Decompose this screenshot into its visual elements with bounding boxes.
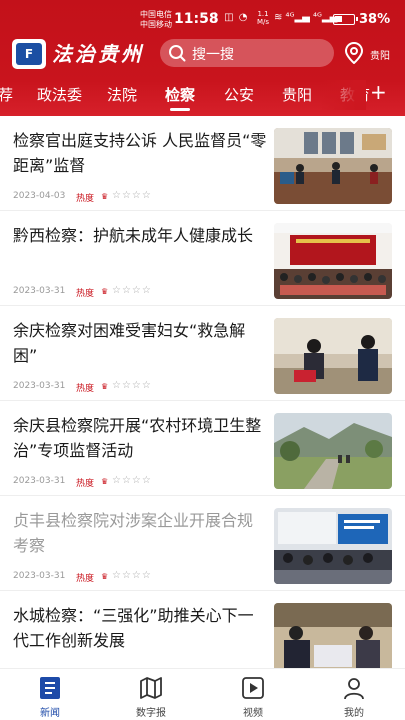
- crown-icon: ♛: [101, 382, 109, 391]
- news-item[interactable]: 余庆县检察院开展“农村环境卫生整治”专项监督活动 2023-03-31 热度 ♛…: [0, 401, 405, 496]
- tab-politics-law[interactable]: 政法委: [37, 84, 82, 105]
- tab-recommend[interactable]: 荐: [0, 84, 13, 105]
- nav-label: 数字报: [136, 708, 166, 719]
- news-meta: 2023-03-31 热度 ♛ ☆☆☆☆: [13, 285, 151, 299]
- news-thumbnail: [274, 508, 392, 584]
- news-date: 2023-03-31: [13, 476, 66, 486]
- news-date: 2023-03-31: [13, 381, 66, 391]
- nav-mine[interactable]: 我的: [324, 669, 384, 720]
- add-tab-icon[interactable]: +: [370, 80, 387, 104]
- news-thumbnail: [274, 223, 392, 299]
- heat-label: 热度: [76, 384, 95, 394]
- news-title: 水城检察：“三强化”助推关心下一代工作创新发展: [13, 606, 254, 650]
- news-meta: 2023-03-31 热度 ♛ ☆☆☆☆: [13, 380, 151, 394]
- location-pin-icon[interactable]: [344, 42, 364, 64]
- news-thumbnail: [274, 413, 392, 489]
- map-icon: [140, 677, 162, 699]
- news-meta: 2023-03-31 热度 ♛ ☆☆☆☆: [13, 475, 151, 489]
- battery-fill: [335, 16, 342, 22]
- tab-police[interactable]: 公安: [224, 84, 254, 105]
- crown-icon: ♛: [101, 477, 109, 486]
- heat-label: 热度: [76, 194, 95, 204]
- news-icon: [40, 677, 60, 699]
- news-title: 检察官出庭支持公诉 人民监督员“零距离”监督: [13, 131, 267, 175]
- tab-court[interactable]: 法院: [107, 84, 137, 105]
- nav-label: 视频: [243, 708, 263, 719]
- tab-guiyang[interactable]: 贵阳: [282, 84, 312, 105]
- nav-label: 新闻: [40, 708, 60, 719]
- user-icon: [344, 678, 364, 700]
- crown-icon: ♛: [101, 192, 109, 201]
- heat-label: 热度: [76, 479, 95, 489]
- brand-title: 法治贵州: [52, 42, 144, 66]
- news-title: 黔西检察：护航未成年人健康成长: [13, 226, 254, 245]
- heat-stars: ☆☆☆☆: [112, 285, 152, 296]
- news-item[interactable]: 贞丰县检察院对涉案企业开展合规考察 2023-03-31 热度 ♛ ☆☆☆☆: [0, 496, 405, 591]
- heat-label: 热度: [76, 574, 95, 584]
- news-date: 2023-03-31: [13, 571, 66, 581]
- news-title: 余庆县检察院开展“农村环境卫生整治”专项监督活动: [13, 416, 262, 460]
- news-date: 2023-04-03: [13, 191, 66, 201]
- nav-label: 我的: [344, 708, 364, 719]
- net-speed-value: 1.1: [257, 10, 269, 18]
- nav-digital-paper[interactable]: 数字报: [121, 669, 181, 720]
- news-item[interactable]: 黔西检察：护航未成年人健康成长 2023-03-31 热度 ♛ ☆☆☆☆: [0, 211, 405, 306]
- news-feed: 检察官出庭支持公诉 人民监督员“零距离”监督 2023-04-03 热度 ♛ ☆…: [0, 116, 405, 668]
- nav-video[interactable]: 视频: [223, 669, 283, 720]
- news-title: 余庆检察对困难受害妇女“救急解困”: [13, 321, 246, 365]
- logo-mark: F: [16, 43, 42, 65]
- tab-procuratorate[interactable]: 检察: [165, 84, 195, 111]
- location-label[interactable]: 贵阳: [370, 47, 390, 62]
- search-icon: [169, 45, 186, 62]
- news-meta: 2023-04-03 热度 ♛ ☆☆☆☆: [13, 190, 151, 204]
- heat-stars: ☆☆☆☆: [112, 380, 152, 391]
- app-header: 中国电信 中国移动 11:58 ᛒ ◫ ◔ 1.1 M/s ≋ ⁴ᴳ▂▄ ⁴ᴳ▂…: [0, 0, 405, 116]
- news-title: 贞丰县检察院对涉案企业开展合规考察: [13, 511, 254, 555]
- heat-stars: ☆☆☆☆: [112, 475, 152, 486]
- nav-news[interactable]: 新闻: [20, 669, 80, 720]
- news-item[interactable]: 水城检察：“三强化”助推关心下一代工作创新发展: [0, 591, 405, 668]
- news-thumbnail: [274, 603, 392, 668]
- search-box[interactable]: 搜一搜: [160, 39, 334, 67]
- battery-percent: 38%: [359, 12, 391, 27]
- news-item[interactable]: 检察官出庭支持公诉 人民监督员“零距离”监督 2023-04-03 热度 ♛ ☆…: [0, 116, 405, 211]
- search-placeholder: 搜一搜: [192, 47, 234, 63]
- battery-icon: [333, 14, 358, 25]
- heat-label: 热度: [76, 289, 95, 299]
- heat-stars: ☆☆☆☆: [112, 190, 152, 201]
- news-date: 2023-03-31: [13, 286, 66, 296]
- news-thumbnail: [274, 318, 392, 394]
- carrier-1: 中国电信: [140, 10, 172, 19]
- news-thumbnail: [274, 128, 392, 204]
- video-icon: [242, 677, 264, 699]
- carrier-labels: 中国电信 中国移动: [140, 10, 172, 30]
- net-speed: 1.1 M/s: [257, 10, 269, 26]
- crown-icon: ♛: [101, 572, 109, 581]
- bottom-nav: 新闻 数字报 视频 我的: [0, 668, 405, 720]
- heat-stars: ☆☆☆☆: [112, 570, 152, 581]
- news-meta: 2023-03-31 热度 ♛ ☆☆☆☆: [13, 570, 151, 584]
- crown-icon: ♛: [101, 287, 109, 296]
- news-item[interactable]: 余庆检察对困难受害妇女“救急解困” 2023-03-31 热度 ♛ ☆☆☆☆: [0, 306, 405, 401]
- app-root: 中国电信 中国移动 11:58 ᛒ ◫ ◔ 1.1 M/s ≋ ⁴ᴳ▂▄ ⁴ᴳ▂…: [0, 0, 405, 720]
- app-logo[interactable]: F: [12, 39, 46, 69]
- signal-icon: ≋ ⁴ᴳ▂▄ ⁴ᴳ▂▄: [274, 12, 338, 23]
- net-speed-unit: M/s: [257, 18, 270, 26]
- status-time: 11:58: [174, 11, 219, 27]
- status-icons: ᛒ ◫ ◔: [213, 12, 249, 23]
- tabs-fade: [320, 80, 366, 110]
- status-bar: 中国电信 中国移动 11:58 ᛒ ◫ ◔ 1.1 M/s ≋ ⁴ᴳ▂▄ ⁴ᴳ▂…: [0, 8, 405, 32]
- carrier-2: 中国移动: [140, 20, 172, 29]
